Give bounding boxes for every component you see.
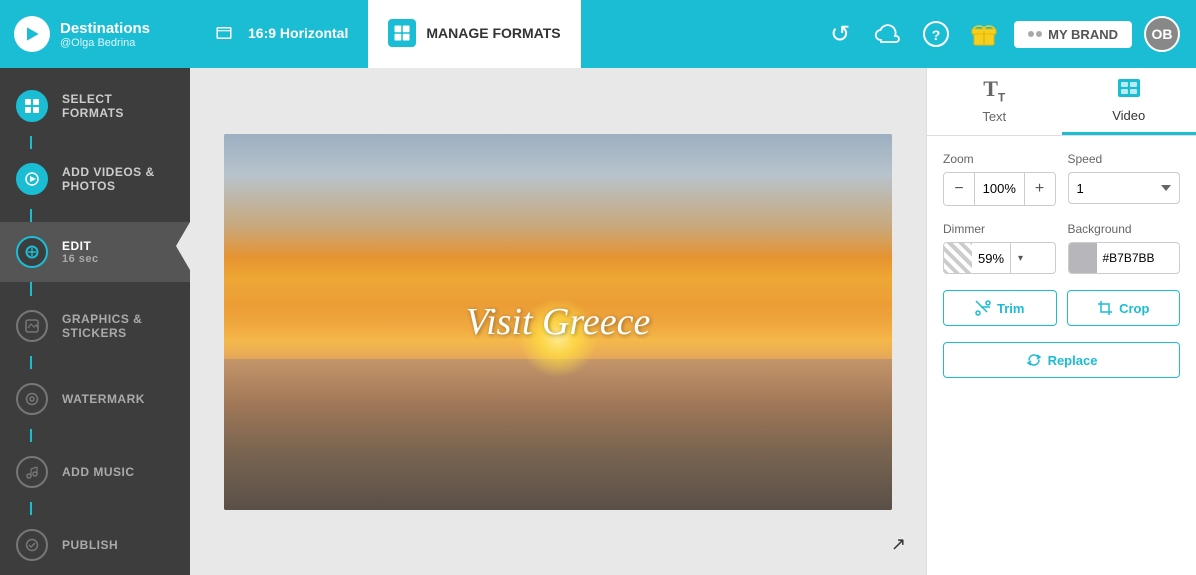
edit-sublabel: 16 sec xyxy=(62,253,99,265)
zoom-plus-button[interactable]: + xyxy=(1025,173,1055,205)
my-brand-button[interactable]: MY BRAND xyxy=(1014,21,1132,48)
sidebar-item-watermark[interactable]: WATERMARK xyxy=(0,369,190,429)
zoom-label: Zoom xyxy=(943,152,1056,166)
add-videos-icon xyxy=(16,163,48,195)
trim-button[interactable]: Trim xyxy=(943,290,1057,326)
svg-text:?: ? xyxy=(932,27,941,43)
right-panel-content: Zoom − 100% + Speed 0.5 1 1.5 2 xyxy=(927,136,1196,394)
logo-icon xyxy=(14,16,50,52)
dimmer-bg-row: Dimmer 59% ▾ Background #B7B7BB xyxy=(943,222,1180,274)
right-panel: TT Text Video Zoom − 100% + xyxy=(926,68,1196,575)
tab-format-label: 16:9 Horizontal xyxy=(248,25,348,41)
dimmer-dropdown[interactable]: ▾ xyxy=(1010,242,1030,274)
video-canvas: Visit Greece xyxy=(224,134,892,510)
zoom-value: 100% xyxy=(974,173,1025,205)
dimmer-group: Dimmer 59% ▾ xyxy=(943,222,1056,274)
app-subtitle: @Olga Bedrina xyxy=(60,37,150,49)
dimmer-value: 59% xyxy=(972,251,1010,266)
undo-button[interactable]: ↺ xyxy=(822,16,858,52)
header-tabs: 16:9 Horizontal MANAGE FORMATS xyxy=(190,0,806,68)
video-tab-label: Video xyxy=(1112,108,1145,123)
header-actions: ↺ ? MY BRAND OB xyxy=(806,16,1196,52)
background-value: #B7B7BB xyxy=(1097,251,1161,265)
right-panel-tabs: TT Text Video xyxy=(927,68,1196,136)
add-music-label: ADD MUSIC xyxy=(62,465,135,479)
publish-icon xyxy=(16,529,48,561)
sidebar-item-graphics[interactable]: GRAPHICS & STICKERS xyxy=(0,296,190,356)
edit-label: EDIT xyxy=(62,239,99,253)
replace-button[interactable]: Replace xyxy=(943,342,1180,378)
speed-select[interactable]: 0.5 1 1.5 2 xyxy=(1068,172,1181,204)
crop-button[interactable]: Crop xyxy=(1067,290,1181,326)
tab-manage-formats[interactable]: MANAGE FORMATS xyxy=(368,0,580,68)
gift-button[interactable] xyxy=(966,16,1002,52)
background-label: Background xyxy=(1068,222,1181,236)
publish-label: PUBLISH xyxy=(62,538,118,552)
format-tab-icon xyxy=(210,19,238,47)
speed-label: Speed xyxy=(1068,152,1181,166)
speed-group: Speed 0.5 1 1.5 2 xyxy=(1068,152,1181,204)
avatar[interactable]: OB xyxy=(1144,16,1180,52)
select-formats-label: SELECT FORMATS xyxy=(62,92,174,120)
background-control: #B7B7BB xyxy=(1068,242,1181,274)
manage-formats-icon xyxy=(388,19,416,47)
zoom-minus-button[interactable]: − xyxy=(944,173,974,205)
logo-area: Destinations @Olga Bedrina xyxy=(0,0,190,68)
graphics-label: GRAPHICS & STICKERS xyxy=(62,312,174,340)
sidebar-item-edit[interactable]: EDIT 16 sec xyxy=(0,222,190,282)
text-tab-label: Text xyxy=(982,109,1006,124)
background-preview[interactable] xyxy=(1069,242,1097,274)
cloud-button[interactable] xyxy=(870,16,906,52)
background-group: Background #B7B7BB xyxy=(1068,222,1181,274)
help-button[interactable]: ? xyxy=(918,16,954,52)
add-videos-label: ADD VIDEOS & PHOTOS xyxy=(62,165,174,193)
cursor-indicator: ↗ xyxy=(891,534,906,555)
edit-icon xyxy=(16,236,48,268)
tab-manage-label: MANAGE FORMATS xyxy=(426,25,560,41)
sidebar-item-add-videos[interactable]: ADD VIDEOS & PHOTOS xyxy=(0,149,190,209)
video-tab-icon xyxy=(1117,78,1141,104)
app-title: Destinations xyxy=(60,20,150,37)
left-sidebar: SELECT FORMATS ADD VIDEOS & PHOTOS EDIT … xyxy=(0,68,190,575)
canvas-text-overlay: Visit Greece xyxy=(466,300,651,344)
crop-label: Crop xyxy=(1119,301,1149,316)
canvas-area: Visit Greece ↗ xyxy=(190,68,926,575)
select-formats-icon xyxy=(16,90,48,122)
sidebar-item-publish[interactable]: PUBLISH xyxy=(0,515,190,575)
dimmer-label: Dimmer xyxy=(943,222,1056,236)
watermark-icon xyxy=(16,383,48,415)
zoom-control: − 100% + xyxy=(943,172,1056,206)
graphics-icon xyxy=(16,310,48,342)
my-brand-label: MY BRAND xyxy=(1048,27,1118,42)
dimmer-preview xyxy=(944,242,972,274)
watermark-label: WATERMARK xyxy=(62,392,145,406)
dimmer-control: 59% ▾ xyxy=(943,242,1056,274)
tab-format[interactable]: 16:9 Horizontal xyxy=(190,0,368,68)
text-tab-icon: TT xyxy=(983,76,1005,104)
zoom-group: Zoom − 100% + xyxy=(943,152,1056,206)
tab-video[interactable]: Video xyxy=(1062,68,1196,135)
add-music-icon xyxy=(16,456,48,488)
replace-label: Replace xyxy=(1048,353,1098,368)
zoom-speed-row: Zoom − 100% + Speed 0.5 1 1.5 2 xyxy=(943,152,1180,206)
sidebar-item-select-formats[interactable]: SELECT FORMATS xyxy=(0,76,190,136)
sidebar-item-add-music[interactable]: ADD MUSIC xyxy=(0,442,190,502)
trim-label: Trim xyxy=(997,301,1024,316)
tab-text[interactable]: TT Text xyxy=(927,68,1062,135)
trim-crop-row: Trim Crop xyxy=(943,290,1180,326)
